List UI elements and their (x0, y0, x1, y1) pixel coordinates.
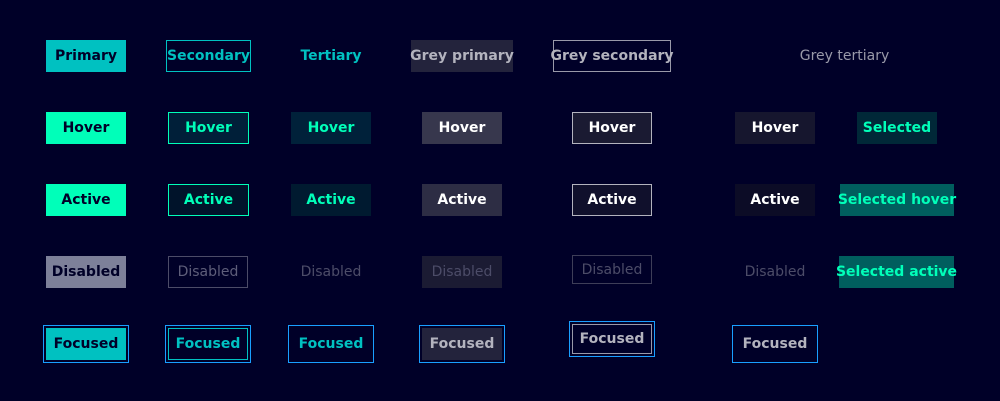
selected-active-button[interactable]: Selected active (836, 256, 957, 288)
grey-secondary-focused-button[interactable]: Focused (569, 321, 655, 357)
grey-secondary-disabled-button: Disabled (572, 255, 652, 284)
tertiary-active-button[interactable]: Active (291, 184, 371, 216)
grey-primary-disabled-button: Disabled (422, 256, 502, 288)
tertiary-button[interactable]: Tertiary (291, 40, 371, 72)
grey-tertiary-active-button[interactable]: Active (735, 184, 815, 216)
secondary-hover-button[interactable]: Hover (168, 112, 249, 144)
tertiary-disabled-button: Disabled (300, 264, 362, 280)
tertiary-focused-button[interactable]: Focused (288, 325, 374, 363)
grey-secondary-button[interactable]: Grey secondary (550, 40, 674, 72)
grey-primary-button[interactable]: Grey primary (410, 40, 514, 72)
grey-tertiary-hover-button[interactable]: Hover (735, 112, 815, 144)
secondary-disabled-button: Disabled (168, 256, 248, 288)
secondary-active-button[interactable]: Active (168, 184, 249, 216)
grey-tertiary-focused-button[interactable]: Focused (732, 325, 818, 363)
primary-hover-button[interactable]: Hover (46, 112, 126, 144)
primary-focused-button[interactable]: Focused (43, 325, 129, 363)
selected-button[interactable]: Selected (857, 112, 937, 144)
tertiary-hover-button[interactable]: Hover (291, 112, 371, 144)
grey-primary-focused-button[interactable]: Focused (419, 325, 505, 363)
selected-hover-button[interactable]: Selected hover (838, 184, 956, 216)
grey-tertiary-disabled-button: Disabled (744, 264, 806, 280)
grey-primary-hover-button[interactable]: Hover (422, 112, 502, 144)
grey-primary-active-button[interactable]: Active (422, 184, 502, 216)
primary-disabled-button: Disabled (46, 256, 126, 288)
grey-tertiary-button[interactable]: Grey tertiary (793, 40, 896, 72)
secondary-button[interactable]: Secondary (166, 40, 251, 72)
grey-secondary-active-button[interactable]: Active (572, 184, 652, 216)
primary-button[interactable]: Primary (46, 40, 126, 72)
secondary-focused-button[interactable]: Focused (165, 325, 251, 363)
grey-secondary-hover-button[interactable]: Hover (572, 112, 652, 144)
primary-active-button[interactable]: Active (46, 184, 126, 216)
